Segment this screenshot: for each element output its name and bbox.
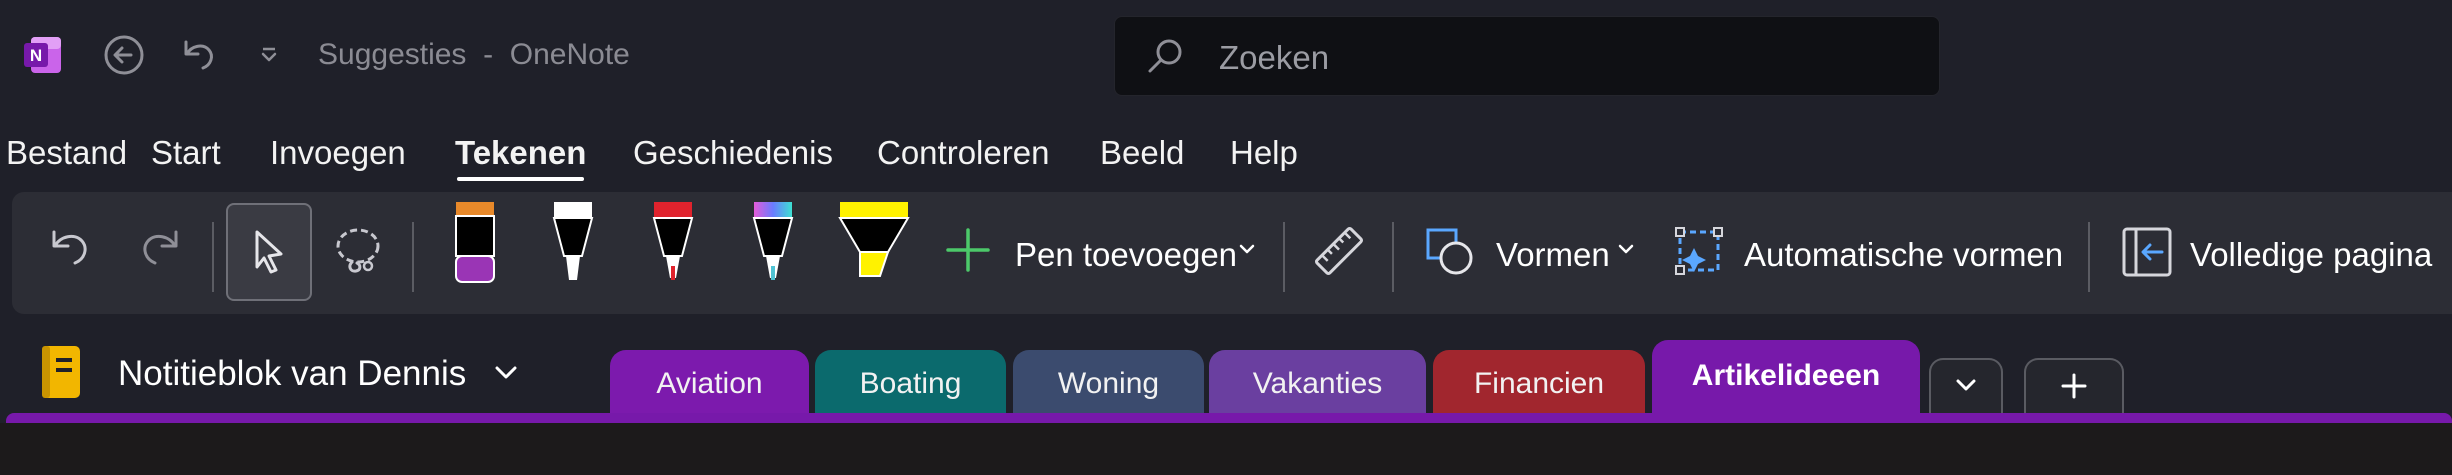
ribbon-separator bbox=[2088, 222, 2090, 292]
menu-geschiedenis[interactable]: Geschiedenis bbox=[633, 134, 833, 172]
section-tab-boating[interactable]: Boating bbox=[815, 350, 1006, 415]
section-tab-artikelideeen[interactable]: Artikelideeen bbox=[1652, 340, 1920, 415]
menu-bestand[interactable]: Bestand bbox=[6, 134, 127, 172]
marker-icon[interactable] bbox=[452, 202, 498, 289]
lasso-icon[interactable] bbox=[330, 222, 386, 285]
ribbon-separator bbox=[1392, 222, 1394, 292]
pen-icon[interactable] bbox=[750, 202, 796, 289]
highlighter-icon[interactable] bbox=[836, 202, 912, 289]
full-page-icon[interactable] bbox=[2120, 225, 2174, 284]
shapes-button[interactable]: Vormen bbox=[1496, 236, 1610, 274]
customize-toolbar-chevron-down-icon[interactable] bbox=[246, 32, 292, 78]
search-box[interactable]: Zoeken bbox=[1114, 16, 1940, 96]
page-area bbox=[0, 423, 2452, 475]
cursor-icon bbox=[243, 226, 293, 283]
search-placeholder: Zoeken bbox=[1219, 39, 1330, 76]
section-tab-vakanties[interactable]: Vakanties bbox=[1209, 350, 1426, 415]
svg-text:N: N bbox=[30, 46, 42, 65]
ribbon-separator bbox=[1283, 222, 1285, 292]
more-sections-button[interactable] bbox=[1929, 358, 2003, 416]
auto-shapes-icon[interactable] bbox=[1672, 222, 1728, 287]
undo-icon[interactable] bbox=[174, 32, 220, 78]
chevron-down-icon[interactable] bbox=[1617, 243, 1635, 262]
section-tab-financien[interactable]: Financien bbox=[1433, 350, 1645, 415]
menu-invoegen[interactable]: Invoegen bbox=[270, 134, 406, 172]
shapes-icon[interactable] bbox=[1424, 224, 1480, 285]
ruler-icon[interactable] bbox=[1310, 222, 1368, 285]
menu-start[interactable]: Start bbox=[151, 134, 221, 172]
plus-icon[interactable] bbox=[944, 226, 992, 279]
section-tab-aviation[interactable]: Aviation bbox=[610, 350, 809, 415]
pen-icon[interactable] bbox=[650, 202, 696, 289]
auto-shapes-button[interactable]: Automatische vormen bbox=[1744, 236, 2063, 274]
add-pen-button[interactable]: Pen toevoegen bbox=[1015, 236, 1237, 274]
menu-controleren[interactable]: Controleren bbox=[877, 134, 1049, 172]
section-tab-woning[interactable]: Woning bbox=[1013, 350, 1204, 415]
undo-icon[interactable] bbox=[42, 222, 98, 283]
menu-help[interactable]: Help bbox=[1230, 134, 1298, 172]
notebook-name[interactable]: Notitieblok van Dennis bbox=[118, 354, 466, 394]
window-title: Suggesties - OneNote bbox=[318, 38, 630, 71]
chevron-down-icon[interactable] bbox=[493, 363, 519, 388]
section-color-bar bbox=[6, 413, 2452, 423]
onenote-logo-icon: N bbox=[23, 35, 63, 75]
search-icon bbox=[1145, 37, 1185, 82]
redo-icon[interactable] bbox=[132, 222, 188, 283]
pen-icon[interactable] bbox=[550, 202, 596, 289]
plus-icon bbox=[2059, 371, 2089, 406]
notebook-icon bbox=[40, 344, 84, 405]
menu-beeld[interactable]: Beeld bbox=[1100, 134, 1184, 172]
add-section-button[interactable] bbox=[2024, 358, 2124, 416]
ribbon-separator bbox=[212, 222, 214, 292]
chevron-down-icon bbox=[1954, 377, 1978, 400]
back-circle-icon[interactable] bbox=[101, 32, 147, 78]
menu-tekenen[interactable]: Tekenen bbox=[455, 134, 586, 172]
active-tab-indicator bbox=[457, 177, 584, 181]
ribbon-separator bbox=[412, 222, 414, 292]
chevron-down-icon[interactable] bbox=[1238, 243, 1256, 262]
full-page-button[interactable]: Volledige pagina bbox=[2190, 236, 2432, 274]
